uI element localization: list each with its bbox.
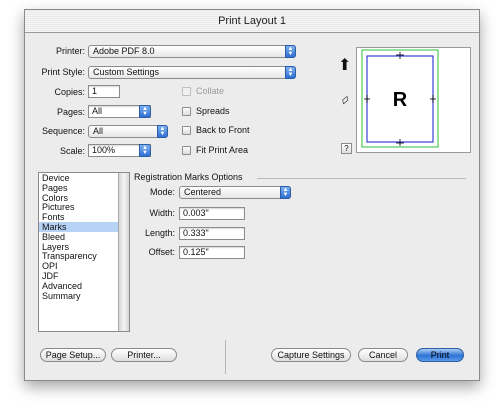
sidebar-item-bleed[interactable]: Bleed [39,232,129,242]
sidebar-item-jdf[interactable]: JDF [39,271,129,281]
print-style-value: Custom Settings [93,67,160,77]
scale-label: Scale: [59,146,85,156]
printer-label: Printer: [55,46,85,56]
length-field[interactable]: 0.333" [179,227,245,240]
fit-print-area-label: Fit Print Area [196,145,249,155]
cancel-button[interactable]: Cancel [358,348,408,362]
popup-arrows-icon: ▲ ▼ [139,144,151,157]
sidebar-item-advanced[interactable]: Advanced [39,281,129,291]
spreads-checkbox[interactable] [182,107,191,116]
sidebar-item-marks[interactable]: Marks [39,221,129,232]
fit-print-area-checkbox[interactable] [182,146,191,155]
sidebar-item-transparency[interactable]: Transparency [39,251,129,261]
sidebar-item-opi[interactable]: OPI [39,261,129,271]
pages-combo[interactable]: All ▲ ▼ [88,105,151,118]
page-preview-graphic: R [361,49,439,148]
collate-label: Collate [196,86,225,96]
back-to-front-label: Back to Front [196,125,250,135]
popup-arrows-icon: ▲ ▼ [139,105,151,118]
offset-field[interactable]: 0.125" [179,246,245,259]
settings-category-list[interactable]: Device Pages Colors Pictures Fonts Marks Bleed… [38,172,130,332]
sidebar-item-fonts[interactable]: Fonts [39,212,129,222]
print-style-label: Print Style: [41,67,85,77]
category-items: Device Pages Colors Pictures Fonts Marks Bleed… [39,173,129,300]
sidebar-item-summary[interactable]: Summary [39,291,129,301]
copies-label: Copies: [54,87,85,97]
sequence-label: Sequence: [41,126,85,136]
thick-up-arrow-icon[interactable]: ⬆ [338,57,351,75]
help-button[interactable]: ? [341,143,352,154]
sidebar-item-pictures[interactable]: Pictures [39,202,129,212]
mode-label: Mode: [149,187,175,197]
width-label: Width: [149,208,175,218]
scale-combo[interactable]: 100% ▲ ▼ [88,144,151,157]
print-dialog: Print Layout 1 Printer: Adobe PDF 8.0 ▲ ▼… [24,9,480,381]
spreads-label: Spreads [196,106,230,116]
mode-value: Centered [184,187,222,197]
preview-letter: R [393,89,408,111]
width-field[interactable]: 0.003" [179,207,245,220]
page-setup-button[interactable]: Page Setup... [40,348,106,362]
sequence-value: All [93,126,104,136]
length-label: Length: [144,228,175,238]
registration-section-title: Registration Marks Options [134,172,243,182]
print-button[interactable]: Print [416,348,464,362]
window-title: Print Layout 1 [25,10,479,33]
sidebar-item-pages[interactable]: Pages [39,183,129,193]
popup-arrows-icon: ▲ ▼ [280,186,291,199]
pages-value: All [92,106,103,116]
sequence-popup[interactable]: All ▲ ▼ [88,125,168,138]
printer-button[interactable]: Printer... [111,348,177,362]
sidebar-item-device[interactable]: Device [39,173,129,183]
rotate-page-icon[interactable]: ▱ [338,93,352,108]
printer-value: Adobe PDF 8.0 [93,46,155,56]
pages-label: Pages: [56,107,85,117]
back-to-front-checkbox[interactable] [182,126,191,135]
popup-arrows-icon: ▲ ▼ [285,66,296,79]
popup-arrows-icon: ▲ ▼ [157,125,168,138]
sidebar-item-layers[interactable]: Layers [39,242,129,252]
printer-popup[interactable]: Adobe PDF 8.0 ▲ ▼ [88,45,296,58]
offset-label: Offset: [148,247,175,257]
popup-arrows-icon: ▲ ▼ [285,45,296,58]
scale-value: 100% [92,145,116,155]
collate-checkbox[interactable] [182,87,191,96]
copies-field[interactable]: 1 [88,85,120,98]
section-divider [257,178,466,179]
print-style-popup[interactable]: Custom Settings ▲ ▼ [88,66,296,79]
sidebar-item-colors[interactable]: Colors [39,193,129,203]
mode-popup[interactable]: Centered ▲ ▼ [179,186,291,199]
capture-settings-button[interactable]: Capture Settings [271,348,351,362]
page-preview: R [356,47,471,153]
list-scrollbar[interactable] [118,173,129,331]
button-separator [225,340,226,374]
